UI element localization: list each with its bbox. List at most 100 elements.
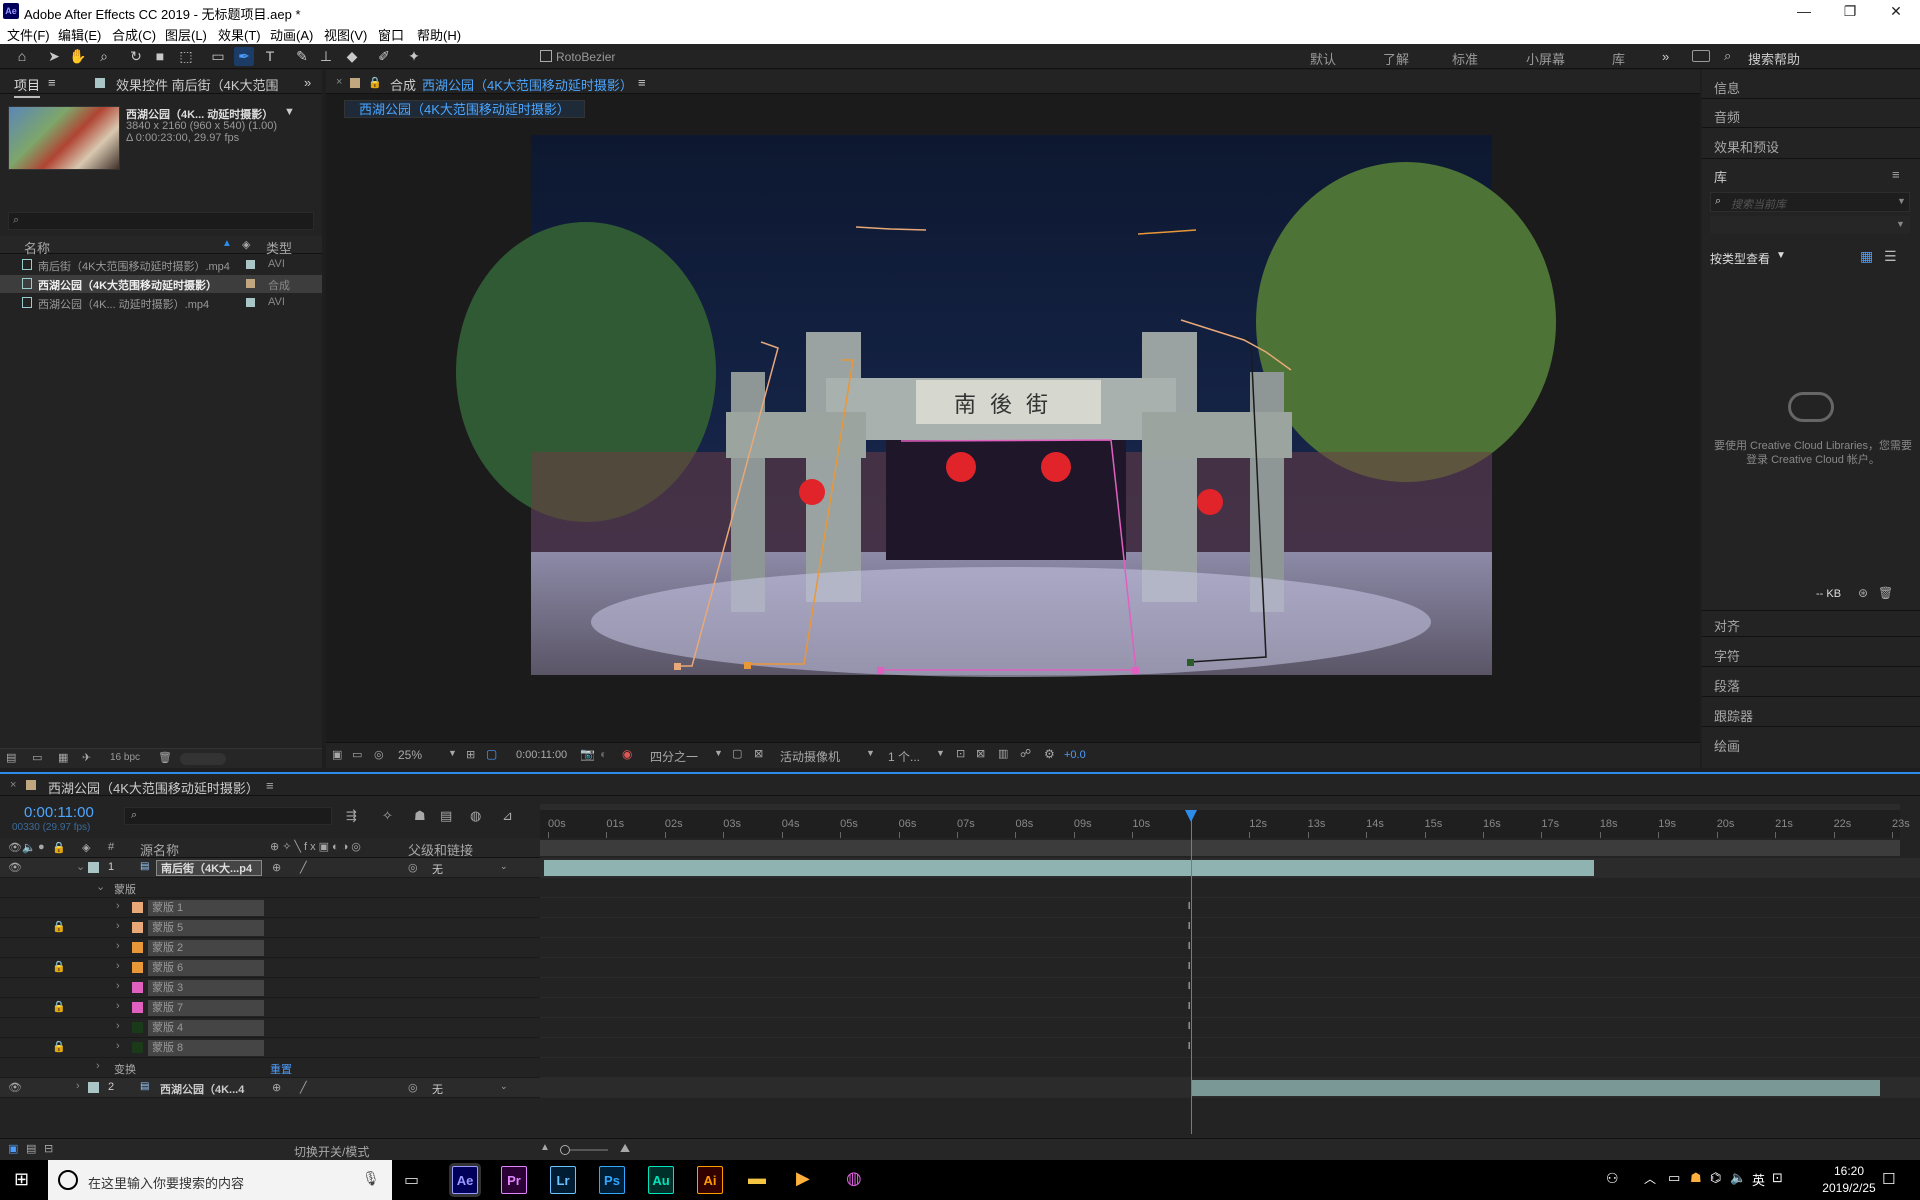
transparency-grid-icon[interactable]: ⊠ — [754, 747, 763, 760]
effects-presets-tab[interactable]: 效果和预设 — [1714, 137, 1779, 156]
list-view-icon[interactable]: ☰ — [1884, 248, 1897, 265]
timeline-icon[interactable]: ▥ — [998, 747, 1008, 760]
layer-switches-toggle-icon[interactable]: ▣ — [8, 1142, 18, 1155]
exposure-icon[interactable]: ⚙ — [1044, 747, 1055, 761]
playhead[interactable] — [1184, 810, 1197, 1134]
track-row[interactable]: I — [540, 938, 1920, 958]
timeline-row[interactable]: 🔒 › 蒙版 7 — [0, 998, 540, 1018]
library-menu-icon[interactable]: ≡ — [1892, 167, 1900, 182]
timeline-zoom-thumb[interactable] — [560, 1145, 570, 1155]
mask-color-chip[interactable] — [132, 962, 143, 973]
timeline-row[interactable]: › 蒙版 4 — [0, 1018, 540, 1038]
mask-color-chip[interactable] — [132, 942, 143, 953]
current-time[interactable]: 0:00:11:00 — [516, 749, 567, 761]
monitor-icon[interactable]: ▭ — [352, 748, 362, 761]
hand-tool-icon[interactable]: ✋ — [68, 47, 88, 66]
menu-window[interactable]: 窗口 — [378, 25, 404, 44]
sync-icon[interactable]: ⊛ — [1858, 586, 1868, 600]
comp-tab-name[interactable]: 西湖公园（4K大范围移动延时摄影） — [422, 75, 633, 94]
task-view-icon[interactable]: ▭ — [404, 1170, 419, 1190]
taskbar-app-ai[interactable]: Ai — [697, 1166, 723, 1194]
project-item[interactable]: 西湖公园（4K... 动延时摄影）.mp4 AVI — [0, 294, 322, 312]
thumbnail-slider[interactable] — [180, 753, 226, 765]
region-of-interest-icon[interactable]: ▢ — [732, 747, 742, 760]
tab-effect-controls[interactable]: 效果控件 南后街（4K大范围 — [116, 75, 279, 94]
taskbar-app-ae[interactable]: Ae — [452, 1166, 478, 1194]
eraser-tool-icon[interactable]: ◆ — [342, 47, 362, 66]
input-language[interactable]: 英 — [1752, 1170, 1765, 1189]
comp-viewer[interactable]: 南後街 — [326, 122, 1700, 742]
mask-name[interactable]: 蒙版 3 — [148, 980, 264, 996]
menu-animation[interactable]: 动画(A) — [270, 25, 313, 44]
views-dropdown[interactable]: 1 个... — [888, 748, 920, 765]
track-row[interactable] — [540, 858, 1920, 878]
restore-button[interactable]: ❐ — [1830, 2, 1870, 20]
sort-asc-icon[interactable]: ▲ — [222, 238, 232, 249]
interpret-footage-icon[interactable]: ▤ — [6, 751, 16, 764]
taskbar-app-au[interactable]: Au — [648, 1166, 674, 1194]
timeline-row[interactable]: 🔒 › 蒙版 6 — [0, 958, 540, 978]
menu-view[interactable]: 视图(V) — [324, 25, 367, 44]
comp-frame[interactable]: 南後街 — [326, 122, 1700, 742]
mask-vertex[interactable] — [877, 667, 884, 674]
chevron-right-icon[interactable]: › — [116, 1020, 120, 1032]
toggle-pixel-aspect-icon[interactable]: ⊡ — [956, 747, 965, 760]
chevron-right-icon[interactable]: › — [116, 1000, 120, 1012]
ime-icon[interactable]: ⊡ — [1772, 1170, 1783, 1186]
lock-switch-icon[interactable]: 🔒 — [52, 841, 66, 854]
lock-icon[interactable]: 🔒 — [52, 960, 66, 973]
mask-name[interactable]: 蒙版 8 — [148, 1040, 264, 1056]
project-menu-icon[interactable]: ≡ — [48, 75, 56, 90]
menu-edit[interactable]: 编辑(E) — [58, 25, 101, 44]
brush-tool-icon[interactable]: ✎ — [292, 47, 312, 66]
timeline-row[interactable]: › 变换 重置 — [0, 1058, 540, 1078]
project-item-label[interactable] — [246, 298, 255, 307]
timeline-search-input[interactable]: ⌕ — [124, 807, 332, 825]
timeline-current-time[interactable]: 0:00:11:00 — [24, 804, 94, 821]
mask-vertex[interactable] — [1132, 667, 1139, 674]
chevron-down-icon[interactable]: ⌄ — [76, 860, 85, 873]
timeline-row[interactable]: 🔒 › 蒙版 8 — [0, 1038, 540, 1058]
mask-color-chip[interactable] — [132, 1042, 143, 1053]
project-item[interactable]: 南后街（4K大范围移动延时摄影）.mp4 AVI — [0, 256, 322, 274]
flowchart-icon[interactable]: ☍ — [1020, 747, 1031, 760]
new-comp-icon[interactable]: ▦ — [58, 751, 68, 764]
pen-tool-icon[interactable]: ✒ — [234, 47, 254, 66]
track-row[interactable]: I — [540, 1038, 1920, 1058]
menu-file[interactable]: 文件(F) — [7, 25, 50, 44]
align-panel-tab[interactable]: 对齐 — [1714, 616, 1740, 635]
quality-icon[interactable]: ╱ — [300, 861, 307, 874]
menu-effect[interactable]: 效果(T) — [218, 25, 261, 44]
mask-color-chip[interactable] — [132, 902, 143, 913]
track-row[interactable]: I — [540, 958, 1920, 978]
workspace-toggle-icon[interactable] — [1692, 50, 1710, 62]
layer-1-bar[interactable] — [544, 860, 1594, 876]
mask-color-chip[interactable] — [132, 1002, 143, 1013]
parent-pickwhip-icon[interactable]: ◎ — [408, 861, 418, 874]
solo-switch-icon[interactable]: ● — [38, 841, 45, 853]
timeline-row[interactable]: ⌄ 蒙版 — [0, 878, 540, 898]
zoom-dropdown[interactable]: 25% — [398, 748, 422, 762]
chevron-right-icon[interactable]: › — [96, 1060, 100, 1072]
taskbar-search-box[interactable]: 在这里输入你要搜索的内容 🎙 — [48, 1160, 392, 1200]
taskbar-app-pr[interactable]: Pr — [501, 1166, 527, 1194]
type-tool-icon[interactable]: T — [260, 47, 280, 66]
mask-vertex[interactable] — [1187, 659, 1194, 666]
mask-name[interactable]: 蒙版 1 — [148, 900, 264, 916]
chevron-right-icon[interactable]: › — [116, 1040, 120, 1052]
search-help-input[interactable]: 搜索帮助 — [1748, 49, 1800, 68]
clock-time[interactable]: 16:20 — [1814, 1164, 1884, 1178]
rectangle-tool-icon[interactable]: ▭ — [208, 47, 228, 66]
character-panel-tab[interactable]: 字符 — [1714, 646, 1740, 665]
paint-panel-tab[interactable]: 绘画 — [1714, 736, 1740, 755]
tab-project[interactable]: 项目 — [14, 75, 41, 98]
project-item[interactable]: 西湖公园（4K大范围移动延时摄影） 合成 — [0, 275, 322, 293]
project-search-input[interactable]: ⌕ — [8, 212, 314, 230]
mask-vertex[interactable] — [674, 663, 681, 670]
lock-icon[interactable]: 🔒 — [52, 920, 66, 933]
lock-icon[interactable]: 🔒 — [368, 76, 382, 89]
timeline-row[interactable]: › 蒙版 2 — [0, 938, 540, 958]
timeline-menu-icon[interactable]: ≡ — [266, 778, 274, 793]
workspace-standard[interactable]: 标准 — [1452, 49, 1478, 68]
audio-panel-tab[interactable]: 音频 — [1714, 107, 1740, 126]
